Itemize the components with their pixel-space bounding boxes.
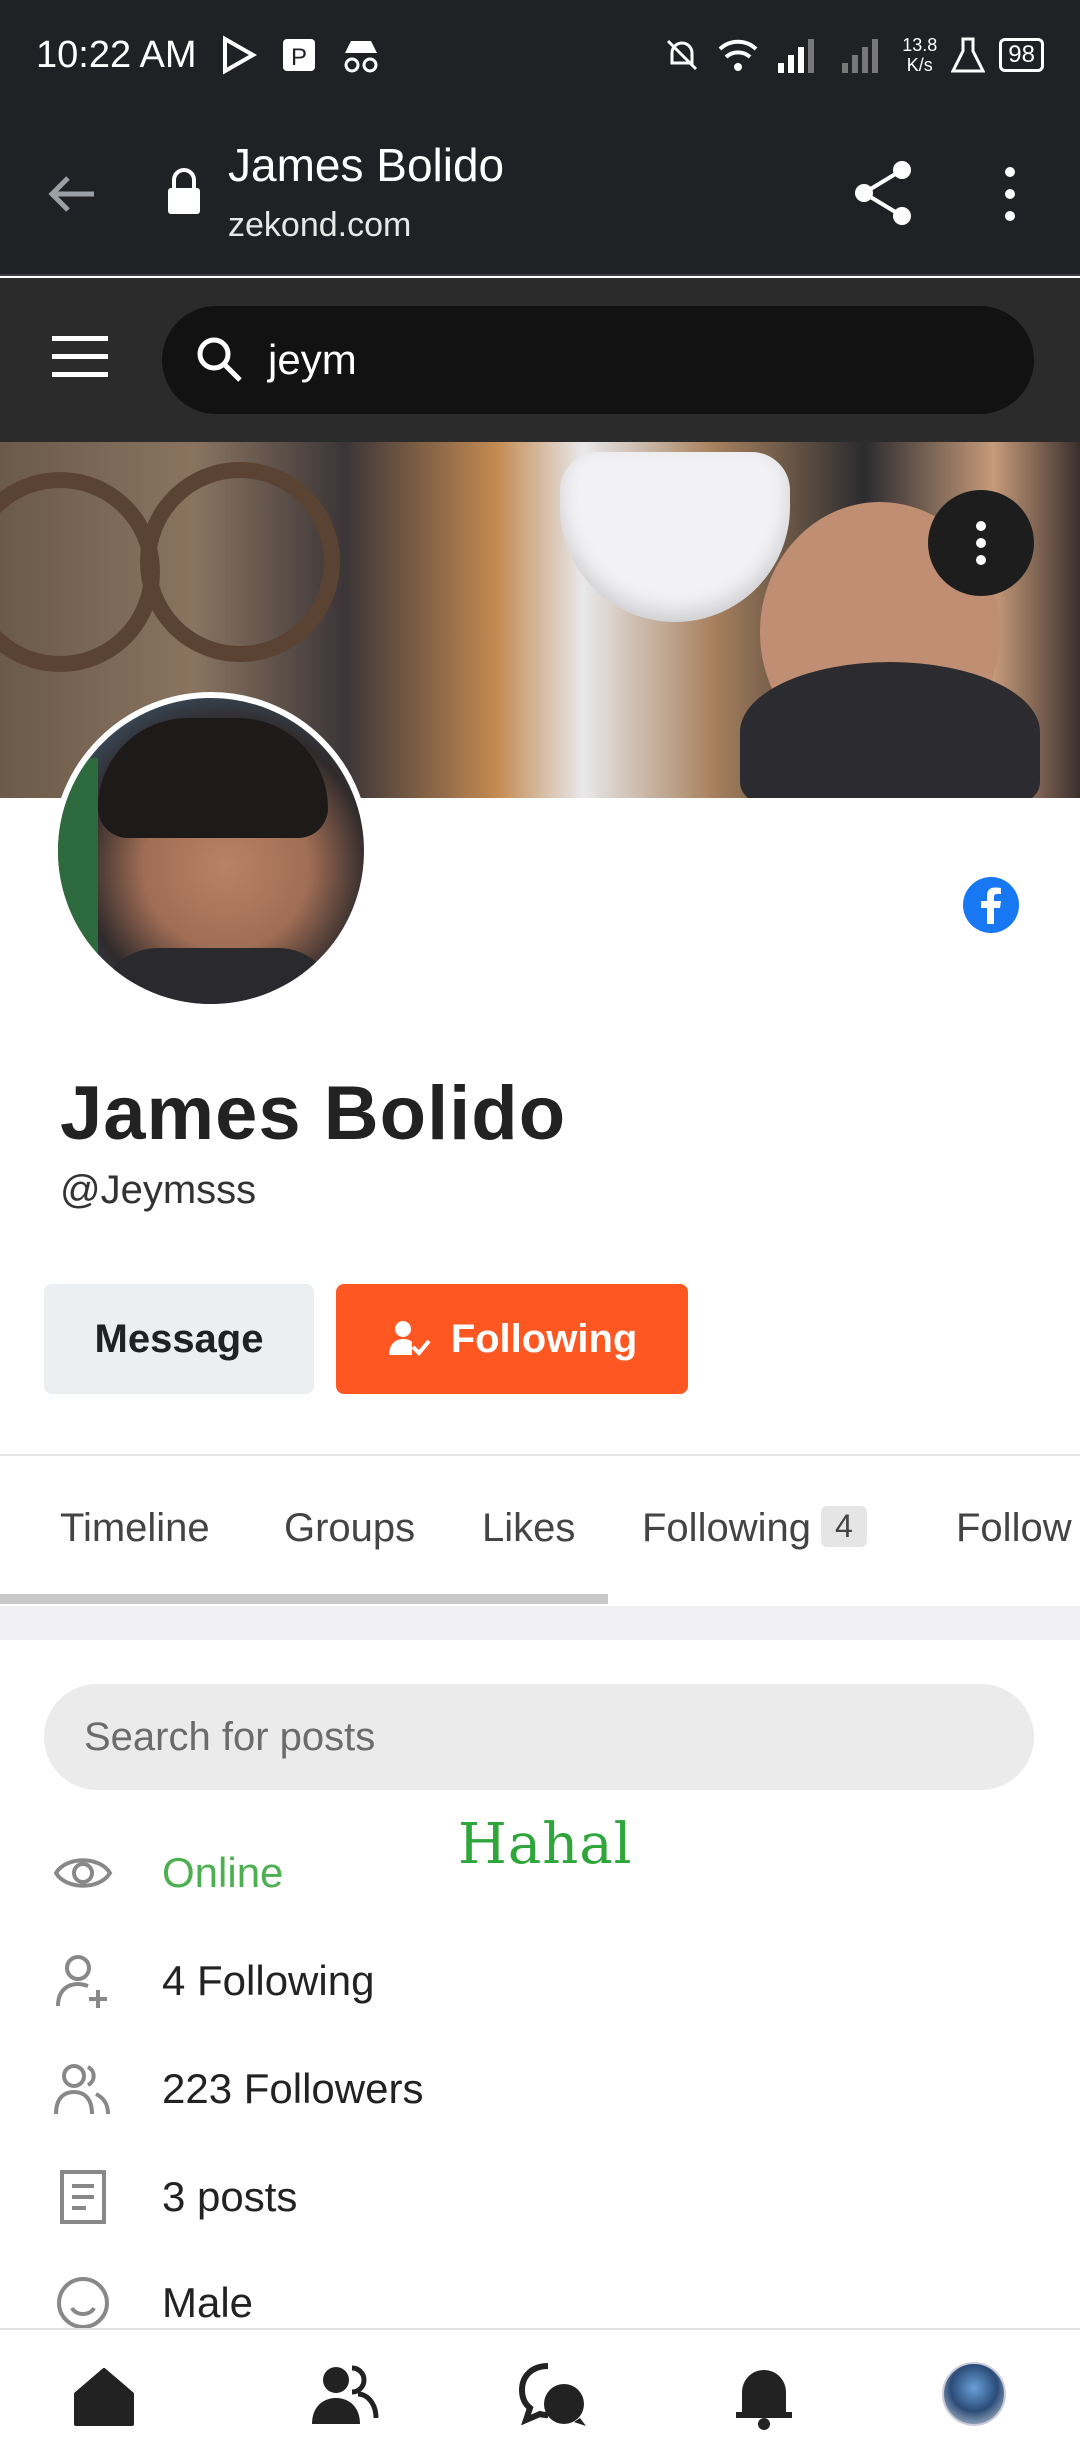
site-search-bar[interactable]: jeym: [162, 306, 1034, 414]
tab-following-count: 4: [820, 1506, 867, 1547]
signal2-icon: [842, 39, 879, 73]
profile-tabs: Timeline Groups Likes Following 4 Follow: [0, 1456, 1080, 1606]
users-icon: [54, 2064, 110, 2115]
vertical-dots-icon: [976, 521, 986, 565]
facebook-icon[interactable]: [962, 876, 1020, 934]
online-status: Online: [162, 1849, 284, 1896]
tab-followers[interactable]: Follow: [956, 1506, 1072, 1551]
cover-options-button[interactable]: [928, 490, 1034, 596]
info-row-following[interactable]: 4 Following: [52, 1950, 374, 2012]
share-icon[interactable]: [852, 158, 916, 228]
search-icon: [197, 337, 242, 382]
section-separator: [0, 1606, 1080, 1640]
flask-icon: [951, 37, 986, 73]
browser-page-title[interactable]: James Bolido: [228, 138, 504, 192]
eye-icon: [53, 1858, 113, 1888]
following-button-label: Following: [450, 1316, 638, 1361]
browser-menu-icon[interactable]: [990, 164, 1030, 224]
user-plus-icon: [56, 1955, 107, 2008]
status-time: 10:22 AM: [36, 33, 197, 76]
nav-profile-avatar[interactable]: [942, 2362, 1006, 2426]
profile-avatar[interactable]: [52, 692, 370, 1010]
user-check-icon: [388, 1321, 431, 1356]
signal-icon: [778, 39, 815, 73]
hamburger-menu-icon[interactable]: [52, 334, 108, 380]
battery-indicator: 98: [999, 38, 1044, 72]
messages-icon[interactable]: [518, 2360, 590, 2432]
mute-bell-icon: [667, 39, 698, 71]
play-store-icon: [222, 35, 257, 75]
site-header: jeym: [0, 278, 1080, 442]
svg-text:P: P: [291, 44, 307, 71]
document-icon: [60, 2170, 106, 2224]
tab-following[interactable]: Following 4: [642, 1506, 867, 1551]
bottom-navigation: [0, 2328, 1080, 2460]
tab-timeline[interactable]: Timeline: [60, 1506, 210, 1551]
net-speed: 13.8 K/s: [902, 35, 938, 75]
friends-icon[interactable]: [308, 2360, 380, 2432]
info-row-followers[interactable]: 223 Followers: [52, 2058, 423, 2120]
wifi-icon: [718, 39, 758, 71]
message-button[interactable]: Message: [44, 1284, 314, 1394]
info-row-posts[interactable]: 3 posts: [52, 2166, 297, 2228]
site-search-query[interactable]: jeym: [268, 336, 357, 384]
gender: Male: [162, 2279, 254, 2326]
post-search-input[interactable]: [44, 1684, 1034, 1790]
status-bar: 10:22 AM P 13.8 K/s 98: [0, 0, 1080, 110]
following-count: 4 Following: [162, 1957, 375, 2004]
tab-groups[interactable]: Groups: [284, 1506, 415, 1551]
browser-domain[interactable]: zekond.com: [228, 206, 411, 245]
following-button[interactable]: Following: [336, 1284, 688, 1394]
handwritten-annotation: Hahal: [458, 1812, 633, 1877]
lock-icon: [168, 168, 200, 214]
info-row-status: Online: [52, 1842, 283, 1904]
parking-app-icon: P: [282, 39, 315, 71]
info-row-gender: Male: [52, 2272, 253, 2334]
tab-likes[interactable]: Likes: [482, 1506, 575, 1551]
tabs-scroll-indicator: [0, 1594, 608, 1604]
profile-name: James Bolido: [60, 1071, 567, 1156]
notifications-bell-icon[interactable]: [728, 2360, 800, 2432]
home-icon[interactable]: [68, 2360, 140, 2432]
back-arrow-icon[interactable]: [40, 162, 104, 226]
posts-count: 3 posts: [162, 2173, 298, 2220]
browser-url-bar: James Bolido zekond.com: [0, 110, 1080, 276]
incognito-icon: [344, 41, 378, 73]
followers-count: 223 Followers: [162, 2065, 424, 2112]
profile-handle: @Jeymsss: [60, 1168, 257, 1212]
smile-icon: [57, 2277, 109, 2329]
